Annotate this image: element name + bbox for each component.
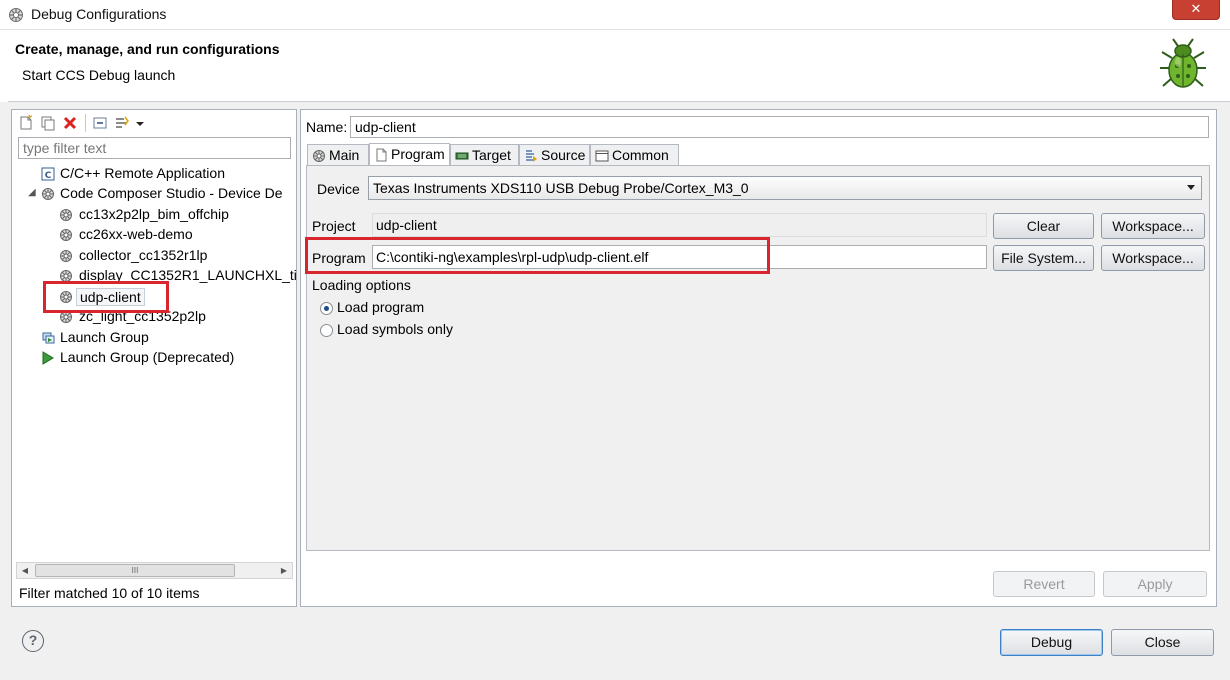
close-button[interactable]: Close xyxy=(1111,629,1214,656)
scroll-right-icon[interactable]: ▶ xyxy=(276,563,292,578)
filter-icon[interactable] xyxy=(114,115,130,131)
scroll-thumb[interactable]: III xyxy=(35,564,235,577)
window-title: Debug Configurations xyxy=(31,6,167,22)
duplicate-icon[interactable] xyxy=(40,115,56,131)
tree-item-label: Launch Group xyxy=(60,329,149,345)
highlight-box-tree xyxy=(43,281,169,313)
clear-button[interactable]: Clear xyxy=(993,213,1094,239)
tree-item-config[interactable]: collector_cc1352r1lp xyxy=(12,246,296,266)
bug-icon xyxy=(1160,38,1206,88)
tree-item-label: collector_cc1352r1lp xyxy=(79,247,208,263)
c-app-icon: C xyxy=(41,167,55,181)
debug-button[interactable]: Debug xyxy=(1000,629,1103,656)
revert-button[interactable]: Revert xyxy=(993,571,1095,597)
tree-item-launch-group-deprecated[interactable]: Launch Group (Deprecated) xyxy=(12,348,296,368)
dropdown-icon[interactable] xyxy=(135,115,145,131)
tree-item-label: Code Composer Studio - Device De xyxy=(60,185,283,201)
tab-label: Program xyxy=(391,146,445,162)
header-title: Create, manage, and run configurations xyxy=(15,41,280,57)
load-symbols-radio[interactable] xyxy=(320,324,333,337)
title-bar: Debug Configurations ✕ xyxy=(0,0,1230,30)
help-icon[interactable]: ? xyxy=(22,630,44,652)
load-symbols-label[interactable]: Load symbols only xyxy=(337,321,453,337)
configuration-tree-panel: C C/C++ Remote Application ◢ Code Compos… xyxy=(11,109,297,607)
new-configuration-icon[interactable] xyxy=(18,115,34,131)
svg-text:C: C xyxy=(45,171,52,181)
tab-label: Target xyxy=(472,147,511,163)
program-workspace-button[interactable]: Workspace... xyxy=(1101,245,1205,271)
tree-item-label: cc13x2p2lp_bim_offchip xyxy=(79,206,229,222)
launch-group-icon xyxy=(42,332,55,344)
tab-label: Source xyxy=(541,147,586,163)
apply-button[interactable]: Apply xyxy=(1103,571,1207,597)
tab-main[interactable]: Main xyxy=(307,144,369,166)
project-workspace-button[interactable]: Workspace... xyxy=(1101,213,1205,239)
tree-item-label: C/C++ Remote Application xyxy=(60,165,225,181)
filter-input[interactable] xyxy=(18,137,291,159)
device-value: Texas Instruments XDS110 USB Debug Probe… xyxy=(373,180,749,196)
horizontal-scrollbar[interactable]: ◀ III ▶ xyxy=(16,562,293,579)
ccs-app-icon xyxy=(9,8,23,22)
tab-label: Main xyxy=(329,147,360,163)
tab-source[interactable]: Source xyxy=(519,144,590,166)
collapse-all-icon[interactable] xyxy=(92,115,108,131)
project-label: Project xyxy=(312,218,356,234)
program-tab-content: Device Texas Instruments XDS110 USB Debu… xyxy=(306,165,1210,551)
tree-item-cpp-remote[interactable]: C C/C++ Remote Application xyxy=(12,164,296,184)
config-icon xyxy=(60,250,72,262)
header-subtitle: Start CCS Debug launch xyxy=(22,67,176,83)
tree-item-label: Launch Group (Deprecated) xyxy=(60,349,235,365)
tree-item-ccs[interactable]: ◢ Code Composer Studio - Device De xyxy=(12,184,296,204)
tab-target[interactable]: Target xyxy=(450,144,519,166)
window-close-button[interactable]: ✕ xyxy=(1172,0,1220,20)
program-tab-icon xyxy=(376,148,387,162)
tab-program[interactable]: Program xyxy=(369,143,450,167)
device-label: Device xyxy=(317,181,360,197)
configuration-editor: Name: Main Program Target Source Common … xyxy=(300,109,1217,607)
highlight-box-program xyxy=(305,237,770,274)
config-icon xyxy=(60,209,72,221)
toolbar-separator xyxy=(85,114,86,132)
target-tab-icon xyxy=(455,152,469,160)
chevron-down-icon xyxy=(1187,185,1195,190)
tab-common[interactable]: Common xyxy=(590,144,679,166)
config-icon xyxy=(60,229,72,241)
tree-item-config[interactable]: cc26xx-web-demo xyxy=(12,225,296,245)
ccs-icon xyxy=(42,188,54,200)
load-program-radio[interactable] xyxy=(320,302,333,315)
file-system-button[interactable]: File System... xyxy=(993,245,1094,271)
load-program-label[interactable]: Load program xyxy=(337,299,424,315)
filter-status-text: Filter matched 10 of 10 items xyxy=(19,585,200,601)
name-label: Name: xyxy=(306,119,348,135)
loading-options-label: Loading options xyxy=(312,277,411,293)
dialog-header: Create, manage, and run configurations S… xyxy=(8,30,1230,102)
tree-item-config[interactable]: cc13x2p2lp_bim_offchip xyxy=(12,205,296,225)
main-tab-icon xyxy=(313,150,325,162)
tab-label: Common xyxy=(612,147,669,163)
delete-icon[interactable] xyxy=(62,115,78,131)
common-tab-icon xyxy=(595,150,609,162)
name-input[interactable] xyxy=(350,116,1209,138)
device-select[interactable]: Texas Instruments XDS110 USB Debug Probe… xyxy=(368,176,1202,200)
tree-item-label: cc26xx-web-demo xyxy=(79,226,193,242)
play-icon xyxy=(42,351,54,365)
tree-item-launch-group[interactable]: Launch Group xyxy=(12,328,296,348)
source-tab-icon xyxy=(526,150,537,162)
expand-arrow-icon[interactable]: ◢ xyxy=(28,187,36,198)
scroll-left-icon[interactable]: ◀ xyxy=(17,563,33,578)
project-field: udp-client xyxy=(372,213,987,237)
